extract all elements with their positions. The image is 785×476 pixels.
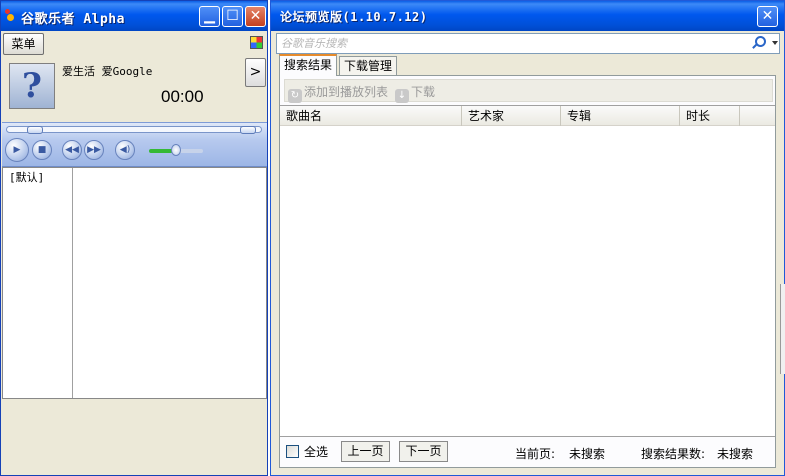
column-album[interactable]: 专辑 [561,106,680,126]
close-button[interactable]: ✕ [245,6,266,27]
results-footer: 全选 上一页 下一页 当前页: 未搜索 搜索结果数: 未搜索 [280,439,775,467]
playlist-panel: [默认] [2,167,267,399]
now-playing-text: 爱生活 爱Google [62,65,153,78]
tab-search-results[interactable]: 搜索结果 [279,54,338,76]
results-table: 歌曲名 艺术家 专辑 时长 [280,105,775,437]
next-arrow-button[interactable]: > [245,58,266,87]
search-input[interactable] [281,36,731,51]
volume-slider[interactable] [149,144,203,156]
player-titlebar[interactable]: 谷歌乐者 Alpha ▁ ☐ ✕ [1,1,267,31]
current-page-value: 未搜索 [569,447,606,461]
playlist-list: [默认] [3,168,73,398]
add-playlist-icon: ↻ [288,89,302,103]
transport-bar: ▶ ■ ◀◀ ▶▶ ◀) [2,122,267,167]
menu-button[interactable]: 菜单 [3,33,44,55]
seek-thumb[interactable] [27,126,43,134]
search-icon[interactable] [751,36,766,50]
skin-icon[interactable] [250,36,263,49]
maximize-button[interactable]: ☐ [222,6,243,27]
results-panel: ↻ 添加到播放列表 ↓ 下载 歌曲名 艺术家 专辑 时长 全选 上一页 下一页 当前… [279,75,776,468]
player-window: 谷歌乐者 Alpha ▁ ☐ ✕ 菜单 ? 爱生活 爱Google 00:00 … [0,0,268,476]
download-button[interactable]: ↓ 下载 [395,83,435,103]
result-count-value: 未搜索 [717,447,754,461]
column-duration[interactable]: 时长 [680,106,740,126]
results-table-header: 歌曲名 艺术家 专辑 时长 [280,106,775,126]
tab-download-manager[interactable]: 下载管理 [339,56,398,75]
column-song-name[interactable]: 歌曲名 [280,106,462,126]
app-logo-icon [5,9,17,23]
search-close-button[interactable]: ✕ [757,6,778,27]
next-page-button[interactable]: 下一页 [399,441,448,462]
play-time: 00:00 [161,87,204,106]
select-all-label[interactable]: 全选 [304,443,328,460]
search-window: 论坛预览版(1.10.7.12) ✕ 搜索结果 下载管理 ↻添加到播放列表 ↓下… [270,0,785,476]
add-to-playlist-label: 添加到播放列表 [304,85,389,99]
download-label: 下载 [411,85,436,99]
player-title: 谷歌乐者 Alpha [21,12,125,27]
chevron-down-icon[interactable] [772,41,778,45]
select-all-checkbox[interactable] [286,445,299,458]
mute-button[interactable]: ◀) [115,140,135,160]
results-toolbar: ↻ 添加到播放列表 ↓ 下载 [284,79,773,103]
add-to-playlist-button[interactable]: ↻ 添加到播放列表 [288,83,388,103]
play-button[interactable]: ▶ [5,138,29,162]
background-window-edge [780,284,785,374]
download-icon: ↓ [395,89,409,103]
seek-end-thumb[interactable] [240,126,256,134]
search-titlebar[interactable]: 论坛预览版(1.10.7.12) ✕ [271,1,784,31]
minimize-button[interactable]: ▁ [199,6,220,27]
volume-knob[interactable] [171,144,181,156]
search-box[interactable] [276,33,780,54]
column-artist[interactable]: 艺术家 [462,106,561,126]
previous-button[interactable]: ◀◀ [62,140,82,160]
search-window-title: 论坛预览版(1.10.7.12) [280,10,428,24]
playlist-item-default[interactable]: [默认] [9,169,44,185]
stop-button[interactable]: ■ [32,140,52,160]
next-button[interactable]: ▶▶ [84,140,104,160]
prev-page-button[interactable]: 上一页 [341,441,390,462]
player-bottom-area [2,399,267,475]
album-art: ? [9,63,55,109]
question-mark-icon: ? [22,66,42,106]
current-page-label: 当前页: [515,447,556,461]
seek-bar[interactable] [6,126,262,134]
result-count-label: 搜索结果数: [641,447,706,461]
